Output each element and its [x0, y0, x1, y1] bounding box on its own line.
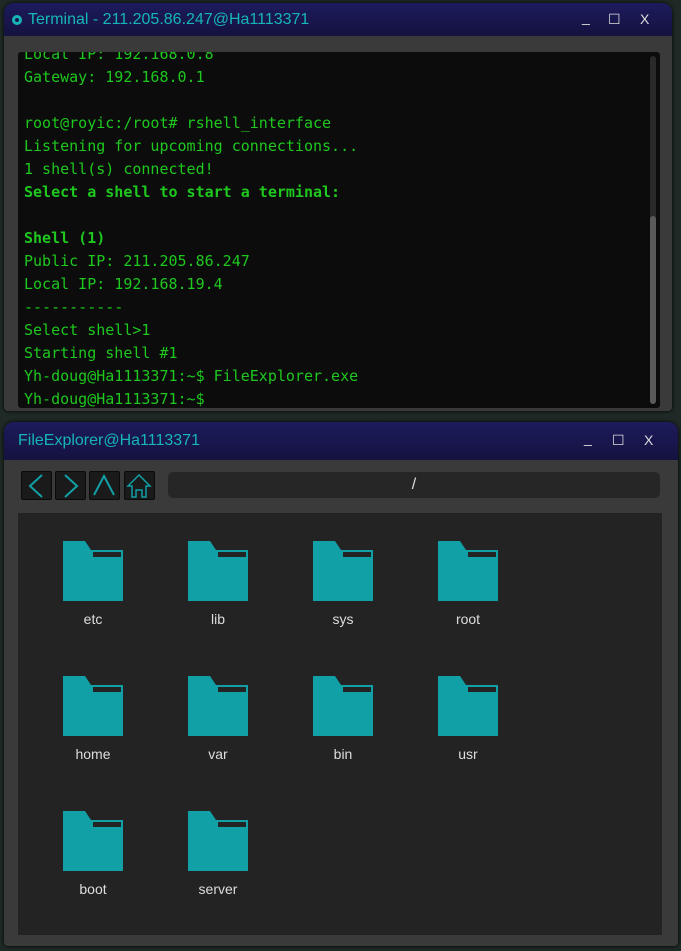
folder-label: usr	[458, 746, 478, 762]
chevron-left-icon	[28, 474, 43, 498]
scrollbar-thumb[interactable]	[650, 216, 656, 404]
folder-icon	[188, 676, 248, 736]
folder-label: server	[198, 881, 238, 897]
folder-label: lib	[210, 611, 225, 627]
terminal-line: Listening for upcoming connections...	[24, 137, 359, 155]
folder-icon	[313, 541, 373, 601]
chevron-right-icon	[64, 474, 79, 498]
folder-label: etc	[83, 611, 103, 627]
folder-item[interactable]: home	[43, 676, 143, 762]
terminal-window: Terminal - 211.205.86.247@Ha1113371 _ ☐ …	[4, 3, 672, 411]
folder-label: home	[75, 746, 111, 762]
terminal-output[interactable]: Local IP: 192.168.0.8 Gateway: 192.168.0.…	[18, 52, 660, 408]
folder-item[interactable]: etc	[43, 541, 143, 627]
terminal-line: Select shell>1	[24, 321, 151, 339]
terminal-line: root@royic:/root# rshell_interface	[24, 114, 332, 132]
close-button[interactable]: X	[644, 432, 653, 448]
forward-button[interactable]	[55, 471, 86, 500]
folder-item[interactable]: boot	[43, 811, 143, 897]
folder-item[interactable]: root	[418, 541, 518, 627]
terminal-scrollbar[interactable]	[650, 56, 656, 404]
path-bar[interactable]: /	[168, 472, 660, 498]
minimize-button[interactable]: _	[584, 430, 592, 446]
folder-item[interactable]: lib	[168, 541, 268, 627]
folder-icon	[188, 811, 248, 871]
folder-label: var	[208, 746, 228, 762]
maximize-button[interactable]: ☐	[612, 432, 625, 449]
up-button[interactable]	[89, 471, 120, 500]
terminal-app-icon	[12, 14, 22, 25]
terminal-line: Yh-doug@Ha1113371:~$	[24, 390, 205, 408]
folder-item[interactable]: usr	[418, 676, 518, 762]
explorer-title-bar[interactable]: FileExplorer@Ha1113371 _ ☐ X	[4, 422, 678, 460]
terminal-line: Local IP: 192.168.0.8	[24, 52, 214, 63]
terminal-line: 1 shell(s) connected!	[24, 160, 214, 178]
terminal-title-bar[interactable]: Terminal - 211.205.86.247@Ha1113371 _ ☐ …	[4, 3, 672, 36]
chevron-up-icon	[93, 473, 115, 496]
file-explorer-window: FileExplorer@Ha1113371 _ ☐ X / etc lib sys…	[4, 422, 678, 946]
maximize-button[interactable]: ☐	[608, 11, 621, 28]
folder-item[interactable]: var	[168, 676, 268, 762]
folder-icon	[63, 676, 123, 736]
folder-icon	[313, 676, 373, 736]
folder-grid: etc lib sys root home var bin usr boot server	[18, 513, 662, 935]
terminal-line: Public IP: 211.205.86.247	[24, 252, 250, 270]
folder-icon	[438, 676, 498, 736]
folder-icon	[63, 811, 123, 871]
terminal-line: Select a shell to start a terminal:	[24, 183, 341, 201]
folder-item[interactable]: bin	[293, 676, 393, 762]
back-button[interactable]	[21, 471, 52, 500]
explorer-title: FileExplorer@Ha1113371	[18, 432, 200, 449]
folder-label: boot	[79, 881, 107, 897]
terminal-line: Starting shell #1	[24, 344, 178, 362]
folder-label: bin	[333, 746, 353, 762]
terminal-line: Yh-doug@Ha1113371:~$ FileExplorer.exe	[24, 367, 359, 385]
home-button[interactable]	[124, 471, 155, 500]
folder-item[interactable]: server	[168, 811, 268, 897]
folder-label: root	[455, 611, 481, 627]
terminal-line: Shell (1)	[24, 229, 106, 247]
folder-icon	[438, 541, 498, 601]
home-icon	[126, 473, 152, 498]
folder-icon	[63, 541, 123, 601]
terminal-line: Gateway: 192.168.0.1	[24, 68, 205, 86]
minimize-button[interactable]: _	[582, 9, 590, 25]
terminal-lines: Local IP: 192.168.0.8 Gateway: 192.168.0.…	[24, 52, 358, 408]
folder-label: sys	[332, 611, 354, 627]
terminal-line: -----------	[24, 298, 124, 316]
terminal-line: Local IP: 192.168.19.4	[24, 275, 223, 293]
folder-item[interactable]: sys	[293, 541, 393, 627]
folder-icon	[188, 541, 248, 601]
close-button[interactable]: X	[640, 11, 649, 27]
terminal-title: Terminal - 211.205.86.247@Ha1113371	[28, 10, 310, 28]
